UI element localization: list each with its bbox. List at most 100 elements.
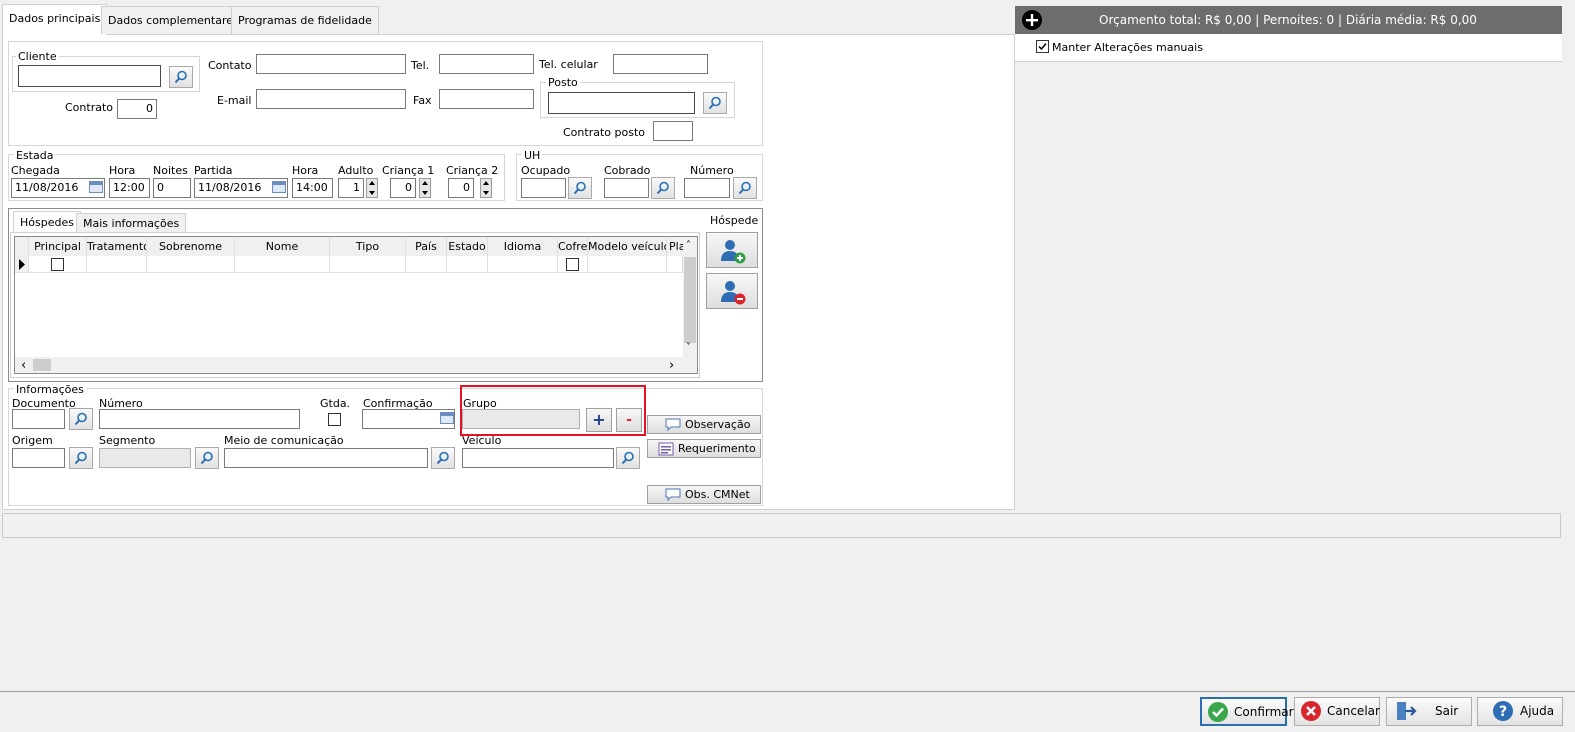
- tab-dados-principais[interactable]: Dados principais: [2, 4, 108, 35]
- grupo-add-button[interactable]: +: [586, 408, 612, 432]
- col-tipo[interactable]: Tipo: [330, 237, 406, 256]
- ocupado-input[interactable]: [521, 178, 566, 198]
- contrato-posto-input[interactable]: [653, 121, 693, 141]
- documento-input[interactable]: [12, 409, 65, 429]
- col-idioma[interactable]: Idioma: [488, 237, 558, 256]
- horizontal-scrollbar[interactable]: ‹ ›: [15, 357, 683, 373]
- cell-tratamento[interactable]: [87, 256, 147, 273]
- tel-input[interactable]: [439, 54, 534, 74]
- cell-placa[interactable]: [667, 256, 683, 273]
- obs-cmnet-button[interactable]: Obs. CMNet: [647, 485, 761, 504]
- adulto-input[interactable]: 1: [338, 178, 364, 198]
- numero-doc-input[interactable]: [99, 409, 300, 429]
- gtda-checkbox[interactable]: [328, 413, 341, 426]
- veiculo-search-button[interactable]: [616, 447, 640, 469]
- cofre-checkbox[interactable]: [566, 258, 579, 271]
- scroll-up-icon[interactable]: ˄: [686, 241, 691, 251]
- origem-search-button[interactable]: [69, 447, 93, 469]
- veiculo-input[interactable]: [462, 448, 614, 468]
- col-pais[interactable]: País: [406, 237, 447, 256]
- scroll-hthumb[interactable]: [33, 359, 51, 371]
- table-row[interactable]: [15, 256, 683, 273]
- cell-principal[interactable]: [29, 256, 87, 273]
- cell-estado[interactable]: [447, 256, 488, 273]
- hora-partida-input[interactable]: 14:00: [292, 178, 333, 198]
- tel-celular-input[interactable]: [613, 54, 708, 74]
- grupo-input[interactable]: [462, 409, 580, 429]
- scroll-left-icon[interactable]: ‹: [21, 358, 26, 373]
- origem-input[interactable]: [12, 448, 65, 468]
- cobrado-search-button[interactable]: [651, 177, 675, 199]
- calendar-icon[interactable]: [272, 181, 286, 193]
- fax-input[interactable]: [439, 89, 534, 109]
- segmento-search-button[interactable]: [195, 447, 219, 469]
- crianca1-spinner[interactable]: [419, 178, 431, 198]
- cell-tipo[interactable]: [330, 256, 406, 273]
- guests-grid[interactable]: Principal Tratamento Sobrenome Nome Tipo…: [14, 236, 698, 374]
- adulto-spinner[interactable]: [366, 178, 378, 198]
- col-principal[interactable]: Principal: [29, 237, 87, 256]
- cobrado-input[interactable]: [604, 178, 649, 198]
- cell-sobrenome[interactable]: [147, 256, 235, 273]
- crianca2-spinner[interactable]: [480, 178, 492, 198]
- add-guest-button[interactable]: [706, 232, 758, 268]
- cliente-input[interactable]: [18, 65, 161, 87]
- cell-idioma[interactable]: [488, 256, 558, 273]
- svg-text:?: ?: [1499, 704, 1507, 720]
- crianca2-input[interactable]: 0: [448, 178, 474, 198]
- col-sobrenome[interactable]: Sobrenome: [147, 237, 235, 256]
- col-cofre[interactable]: Cofre: [558, 237, 588, 256]
- contrato-input[interactable]: 0: [117, 99, 157, 119]
- cliente-search-button[interactable]: [169, 66, 193, 88]
- calendar-icon[interactable]: [440, 412, 454, 424]
- meio-comunicacao-search-button[interactable]: [431, 447, 455, 469]
- documento-search-button[interactable]: [69, 408, 93, 430]
- observacao-button[interactable]: Observação: [647, 415, 761, 434]
- hospede-title: Hóspede: [710, 214, 759, 227]
- cancel-button[interactable]: Cancelar: [1294, 697, 1380, 726]
- remove-guest-button[interactable]: [706, 273, 758, 309]
- cell-modelo-veiculo[interactable]: [588, 256, 667, 273]
- requerimento-button[interactable]: Requerimento: [647, 439, 761, 458]
- cell-cofre[interactable]: [558, 256, 588, 273]
- tab-programas-fidelidade[interactable]: Programas de fidelidade: [231, 6, 379, 34]
- tab-hospedes[interactable]: Hóspedes: [13, 211, 81, 233]
- posto-input[interactable]: [548, 92, 695, 114]
- manual-checkbox[interactable]: [1036, 40, 1049, 53]
- email-label: E-mail: [217, 94, 252, 107]
- expand-icon[interactable]: [1022, 10, 1042, 30]
- vertical-scrollbar[interactable]: ˄ ˅: [683, 237, 697, 357]
- numero-uh-search-button[interactable]: [733, 177, 757, 199]
- col-modelo-veiculo[interactable]: Modelo veículo: [588, 237, 667, 256]
- tab-mais-informacoes[interactable]: Mais informações: [76, 213, 187, 233]
- contato-input[interactable]: [256, 54, 406, 74]
- meio-comunicacao-input[interactable]: [224, 448, 428, 468]
- principal-checkbox[interactable]: [51, 258, 64, 271]
- calendar-icon[interactable]: [89, 181, 103, 193]
- email-input[interactable]: [256, 89, 406, 109]
- tab-dados-complementares[interactable]: Dados complementares: [101, 6, 246, 34]
- hora-chegada-input[interactable]: 12:00: [109, 178, 150, 198]
- scroll-right-icon[interactable]: ›: [669, 358, 674, 373]
- col-nome[interactable]: Nome: [235, 237, 330, 256]
- col-tratamento[interactable]: Tratamento: [87, 237, 147, 256]
- ocupado-search-button[interactable]: [568, 177, 592, 199]
- noites-input[interactable]: 0: [153, 178, 191, 198]
- numero-uh-label: Número: [690, 164, 734, 177]
- search-icon: [621, 451, 634, 465]
- numero-uh-input[interactable]: [684, 178, 730, 198]
- help-button[interactable]: ? Ajuda: [1477, 697, 1563, 726]
- ocupado-label: Ocupado: [521, 164, 571, 177]
- posto-search-button[interactable]: [703, 92, 727, 114]
- crianca1-input[interactable]: 0: [390, 178, 416, 198]
- cell-pais[interactable]: [406, 256, 447, 273]
- confirm-button[interactable]: Confirmar: [1200, 697, 1294, 726]
- scroll-down-icon[interactable]: ˅: [686, 343, 691, 353]
- col-estado[interactable]: Estado: [447, 237, 488, 256]
- grupo-remove-button[interactable]: -: [616, 408, 642, 432]
- comment-icon: [665, 488, 681, 502]
- cell-nome[interactable]: [235, 256, 330, 273]
- segmento-input[interactable]: [99, 448, 191, 468]
- exit-button[interactable]: Sair: [1386, 697, 1472, 726]
- scroll-thumb[interactable]: [684, 257, 696, 343]
